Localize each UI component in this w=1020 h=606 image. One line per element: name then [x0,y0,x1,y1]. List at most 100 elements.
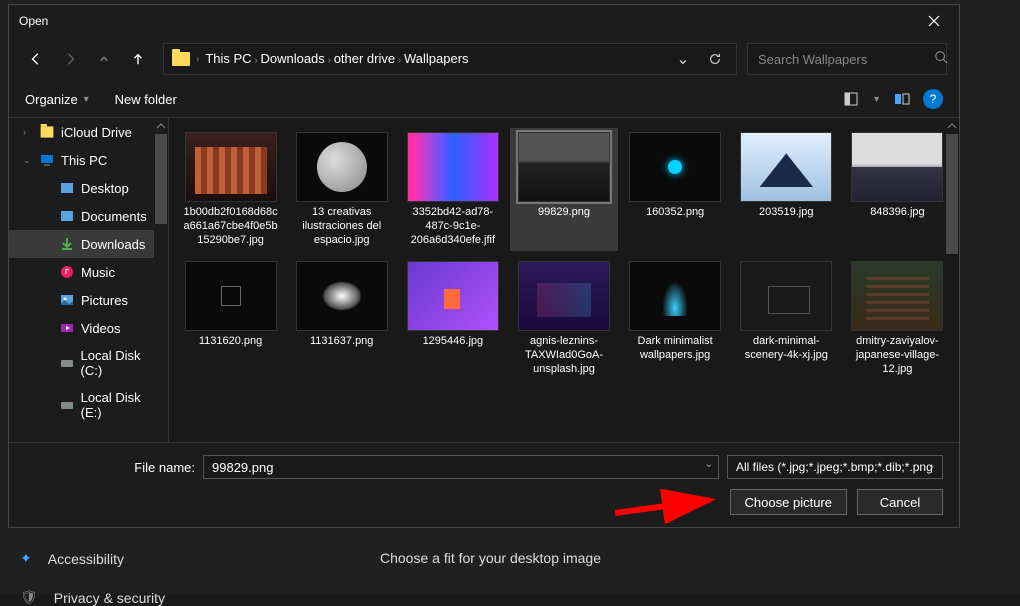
sidebar-scroll-thumb[interactable] [155,134,167,224]
help-button[interactable]: ? [923,89,943,109]
close-button[interactable] [919,6,949,36]
accessibility-label: Accessibility [48,551,124,567]
dialog-footer: File name: ⌄ All files (*.jpg;*.jpeg;*.b… [9,442,959,527]
disk-icon [59,397,75,413]
file-item[interactable]: 848396.jpg [844,128,951,251]
file-thumbnail [629,261,721,331]
back-button[interactable] [21,44,51,74]
file-item[interactable]: 1131637.png [288,257,395,380]
generic-icon [59,180,75,196]
file-thumbnail [518,261,610,331]
file-item[interactable]: Dark minimalist wallpapers.jpg [622,257,729,380]
file-name: 1131637.png [310,335,373,349]
address-dropdown[interactable]: ⌄ [670,49,696,69]
breadcrumb-downloads[interactable]: Downloads [260,51,324,66]
file-item[interactable]: dark-minimal-scenery-4k-xj.jpg [733,257,840,380]
file-name: 1295446.jpg [423,335,484,349]
content-scroll-thumb[interactable] [946,134,958,254]
breadcrumb-other-drive[interactable]: other drive [334,51,395,66]
sidebar-scrollbar[interactable] [154,118,168,442]
sidebar-item-documents[interactable]: Documents [9,202,168,230]
toolbar: Organize ▼ New folder ▼ ? [9,81,959,117]
music-icon [59,264,75,280]
tree-chevron-icon: ⌄ [23,155,33,166]
chevron-right-icon: › [395,55,404,66]
new-folder-button[interactable]: New folder [115,92,177,107]
tree-label: Pictures [81,293,128,308]
downloads-icon [59,236,75,252]
dialog-title: Open [19,14,48,28]
up-button[interactable] [123,44,153,74]
tree-label: Videos [81,321,121,336]
file-thumbnail [407,261,499,331]
file-item[interactable]: 13 creativas ilustraciones del espacio.j… [288,128,395,251]
file-item[interactable]: 160352.png [622,128,729,251]
tree-label: This PC [61,153,107,168]
sidebar-item-icloud-drive[interactable]: ›iCloud Drive [9,118,168,146]
file-thumbnail [851,132,943,202]
preview-pane-button[interactable] [891,88,913,110]
file-item[interactable]: dmitry-zaviyalov-japanese-village-12.jpg [844,257,951,380]
titlebar: Open [9,5,959,37]
file-thumbnail [407,132,499,202]
chevron-down-icon[interactable]: ▼ [872,94,881,104]
settings-nav-accessibility[interactable]: ✦ Accessibility [20,550,165,567]
file-name: dark-minimal-scenery-4k-xj.jpg [737,335,836,363]
organize-label: Organize [25,92,78,107]
tree-chevron-icon: › [23,127,33,137]
breadcrumb-this-pc[interactable]: This PC [205,51,251,66]
videos-icon [59,320,75,336]
filetype-value: All files (*.jpg;*.jpeg;*.bmp;*.dib;*.pn… [736,460,933,474]
file-thumbnail [740,261,832,331]
filename-label: File name: [25,460,195,475]
cancel-button[interactable]: Cancel [857,489,943,515]
file-name: 1b00db2f0168d68ca661a67cbe4f0e5b15290be7… [181,206,280,247]
body-area: ›iCloud Drive ⌄ This PC Desktop Documents Dow… [9,117,959,442]
pc-icon [39,152,55,168]
settings-nav-privacy[interactable]: 🛡 Privacy & security [20,589,165,606]
file-item[interactable]: 203519.jpg [733,128,840,251]
sidebar-item-local-disk-c-[interactable]: Local Disk (C:) [9,342,168,384]
search-box[interactable] [747,43,947,75]
pictures-icon [59,292,75,308]
breadcrumb-wallpapers[interactable]: Wallpapers [404,51,469,66]
tree-label: Local Disk (C:) [81,348,162,378]
file-thumbnail [851,261,943,331]
close-icon [928,15,940,27]
recent-button[interactable] [89,44,119,74]
chevron-right-icon: › [325,55,334,66]
filename-input[interactable] [203,455,719,479]
search-input[interactable] [758,52,934,67]
view-mode-button[interactable] [840,88,862,110]
file-thumbnail [185,132,277,202]
forward-button[interactable] [55,44,85,74]
tree-label: Documents [81,209,147,224]
disk-icon [59,355,75,371]
chevron-down-icon: ▼ [82,94,91,104]
sidebar-item-music[interactable]: Music [9,258,168,286]
organize-button[interactable]: Organize ▼ [25,92,91,107]
choose-picture-button[interactable]: Choose picture [730,489,847,515]
file-item[interactable]: 1295446.jpg [399,257,506,380]
sidebar-item-this-pc[interactable]: ⌄ This PC [9,146,168,174]
file-item[interactable]: agnis-leznins-TAXWIad0GoA-unsplash.jpg [510,257,617,380]
filetype-select[interactable]: All files (*.jpg;*.jpeg;*.bmp;*.dib;*.pn… [727,455,943,479]
open-dialog: Open › This PC › Downloads › other drive… [8,4,960,528]
address-bar[interactable]: › This PC › Downloads › other drive › Wa… [163,43,737,75]
sidebar-item-local-disk-e-[interactable]: Local Disk (E:) [9,384,168,426]
file-item[interactable]: 99829.png [510,128,617,251]
file-thumbnail [740,132,832,202]
file-item[interactable]: 1131620.png [177,257,284,380]
sidebar-item-videos[interactable]: Videos [9,314,168,342]
sidebar-item-downloads[interactable]: Downloads [9,230,168,258]
content-scrollbar[interactable] [945,118,959,442]
sidebar-item-pictures[interactable]: Pictures [9,286,168,314]
chevron-right-icon: › [196,54,199,65]
file-name: dmitry-zaviyalov-japanese-village-12.jpg [848,335,947,376]
sidebar-item-desktop[interactable]: Desktop [9,174,168,202]
file-name: agnis-leznins-TAXWIad0GoA-unsplash.jpg [514,335,613,376]
file-item[interactable]: 1b00db2f0168d68ca661a67cbe4f0e5b15290be7… [177,128,284,251]
folder-cloud-icon [39,124,55,140]
refresh-button[interactable] [702,52,728,66]
file-item[interactable]: 3352bd42-ad78-487c-9c1e-206a6d340efe.jfi… [399,128,506,251]
